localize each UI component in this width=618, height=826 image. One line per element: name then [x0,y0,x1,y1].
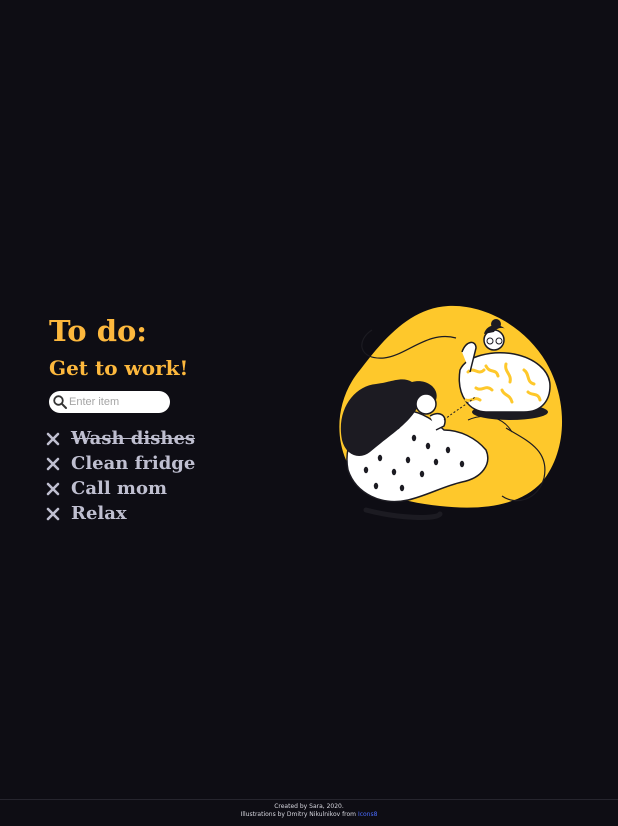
footer-credit: Created by Sara, 2020. [274,803,344,810]
footer-attribution-text: Illustrations by Dmitry Nikulnikov from [240,811,358,818]
search-icon [53,395,67,409]
item-label[interactable]: Wash dishes [71,428,195,450]
list-item: Wash dishes [44,426,279,451]
delete-item-button[interactable] [44,505,62,523]
delete-item-button[interactable] [44,480,62,498]
icons8-link[interactable]: Icons8 [358,811,378,818]
page-title: To do: [49,314,148,348]
item-label[interactable]: Relax [71,503,127,525]
item-label[interactable]: Clean fridge [71,453,195,475]
item-label[interactable]: Call mom [71,478,167,500]
close-icon [46,432,60,445]
list-item: Relax [44,501,279,526]
footer: Created by Sara, 2020. Illustrations by … [0,799,618,826]
page-subtitle: Get to work! [49,356,189,380]
todo-panel: To do: Get to work! Wash dishes Clean fr… [46,314,279,526]
list-item: Call mom [44,476,279,501]
delete-item-button[interactable] [44,455,62,473]
search-box[interactable] [49,391,170,413]
footer-attribution: Illustrations by Dmitry Nikulnikov from … [0,811,618,819]
todo-list: Wash dishes Clean fridge Call mom Relax [44,426,279,526]
close-icon [46,507,60,520]
couple-illustration [339,305,563,520]
close-icon [46,457,60,470]
delete-item-button[interactable] [44,430,62,448]
close-icon [46,482,60,495]
list-item: Clean fridge [44,451,279,476]
